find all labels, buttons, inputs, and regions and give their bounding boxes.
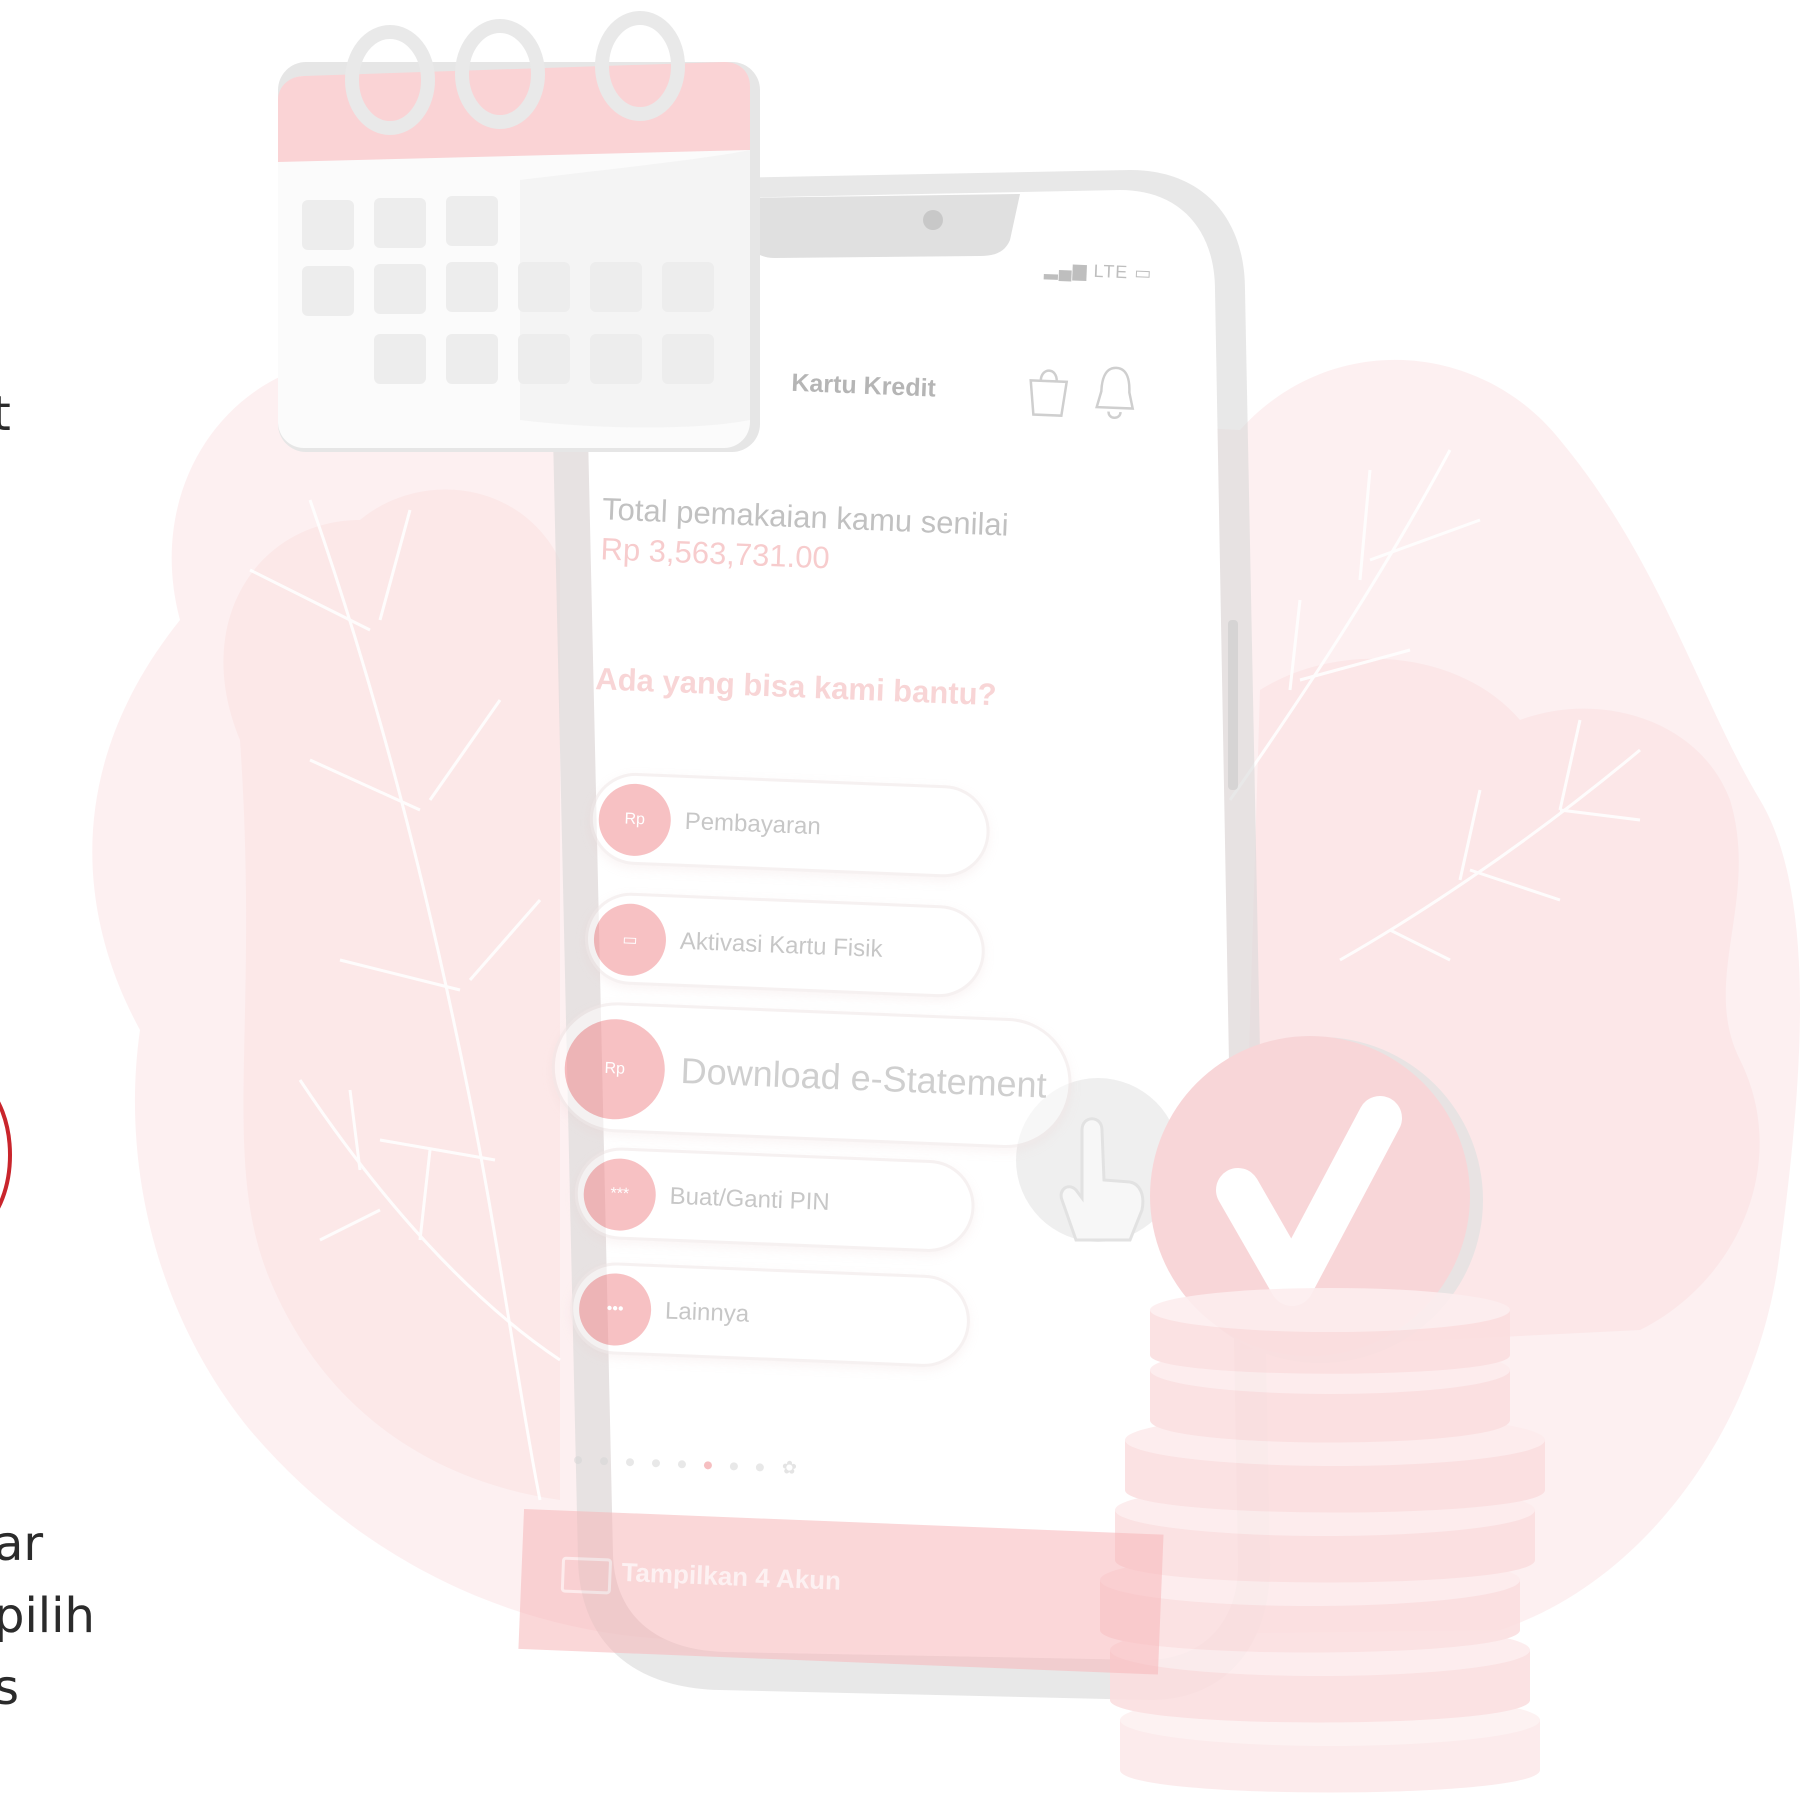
illustration-stage: t ar pilih s ▂▄▆ LTE ▭ Kartu Kredit Tota… bbox=[0, 0, 1804, 1805]
page-dot[interactable] bbox=[729, 1462, 739, 1471]
menu-item-lainnya[interactable]: ••• Lainnya bbox=[568, 1260, 972, 1369]
menu-item-aktivasi-kartu-fisik[interactable]: ▭ Aktivasi Kartu Fisik bbox=[583, 891, 987, 999]
bell-icon[interactable] bbox=[1090, 361, 1140, 423]
pin-icon: *** bbox=[582, 1157, 658, 1232]
status-bar: ▂▄▆ LTE ▭ bbox=[1044, 259, 1153, 284]
coins-stack bbox=[1100, 1288, 1545, 1793]
side-text-line: ar bbox=[0, 1516, 44, 1572]
help-title: Ada yang bisa kami bantu? bbox=[594, 661, 998, 713]
side-text-bottom: ar pilih s bbox=[0, 1508, 95, 1724]
document-rp-icon: Rp bbox=[562, 1017, 667, 1122]
page-dot[interactable] bbox=[677, 1460, 687, 1469]
more-icon: ••• bbox=[577, 1272, 653, 1347]
side-text-line: pilih bbox=[0, 1588, 95, 1644]
side-text-line: s bbox=[0, 1660, 20, 1716]
network-label: LTE bbox=[1093, 260, 1129, 283]
page-dot-active[interactable] bbox=[703, 1461, 713, 1470]
receipt-icon: Rp bbox=[597, 782, 673, 858]
card-icon bbox=[560, 1556, 613, 1595]
page-dot[interactable] bbox=[651, 1459, 661, 1468]
signal-icon: ▂▄▆ bbox=[1043, 258, 1089, 281]
settings-gear-icon[interactable]: ✿ bbox=[781, 1457, 797, 1479]
show-accounts-label: Tampilkan 4 Akun bbox=[620, 1556, 842, 1596]
menu-item-label: Lainnya bbox=[664, 1297, 750, 1328]
screen-title: Kartu Kredit bbox=[790, 368, 937, 403]
page-dot[interactable] bbox=[599, 1456, 609, 1466]
page-dot[interactable] bbox=[755, 1463, 765, 1472]
total-usage-value: Rp 3,563,731.00 bbox=[599, 531, 831, 576]
menu-item-label: Aktivasi Kartu Fisik bbox=[679, 927, 884, 963]
show-accounts-button[interactable]: Tampilkan 4 Akun bbox=[518, 1508, 1164, 1675]
page-indicator[interactable]: ✿ bbox=[573, 1455, 797, 1479]
menu-item-download-e-statement[interactable]: Rp Download e-Statement bbox=[549, 999, 1075, 1151]
phone-screen: ▂▄▆ LTE ▭ Kartu Kredit Total pemakaian k… bbox=[518, 240, 1175, 1675]
menu-item-label: Pembayaran bbox=[684, 807, 822, 841]
page-dot[interactable] bbox=[625, 1458, 635, 1467]
card-activation-icon: ▭ bbox=[592, 902, 668, 978]
menu-item-buat-ganti-pin[interactable]: *** Buat/Ganti PIN bbox=[572, 1145, 977, 1254]
shopping-bag-icon[interactable] bbox=[1023, 358, 1073, 420]
menu-item-pembayaran[interactable]: Rp Pembayaran bbox=[588, 771, 992, 880]
red-ring-fragment bbox=[0, 1101, 12, 1209]
page-dot[interactable] bbox=[573, 1455, 583, 1465]
battery-icon: ▭ bbox=[1133, 262, 1153, 284]
menu-item-label: Buat/Ganti PIN bbox=[669, 1182, 831, 1216]
menu-item-label: Download e-Statement bbox=[679, 1049, 1048, 1106]
side-text-top: t bbox=[0, 386, 11, 442]
